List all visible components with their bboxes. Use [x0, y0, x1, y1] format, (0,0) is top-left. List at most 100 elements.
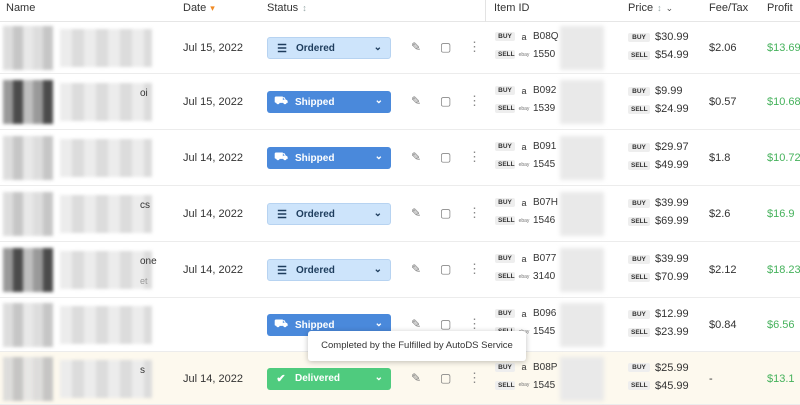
product-title[interactable]	[60, 306, 152, 344]
buy-item-id[interactable]: BUY a B08P	[495, 362, 557, 373]
more-vertical-icon[interactable]: ⋮	[468, 149, 481, 165]
product-image[interactable]	[3, 26, 53, 70]
status-dropdown[interactable]: ☰ Ordered ⌄	[267, 259, 391, 281]
truck-icon: ⛟	[274, 95, 288, 107]
sort-icon[interactable]: ↕	[657, 3, 662, 13]
sell-item-id-text: 1545	[533, 159, 556, 170]
ebay-icon: ebay	[518, 382, 530, 388]
note-edit-icon[interactable]: ✎	[411, 317, 421, 331]
product-title[interactable]	[60, 83, 152, 121]
sort-desc-icon[interactable]: ▾	[210, 3, 215, 13]
sticky-note-icon[interactable]: ▢	[440, 317, 451, 331]
note-edit-icon[interactable]: ✎	[411, 262, 421, 276]
more-vertical-icon[interactable]: ⋮	[468, 39, 481, 55]
product-subtitle-fragment: et	[140, 276, 148, 286]
fee-tax: $2.6	[709, 208, 731, 220]
more-vertical-icon[interactable]: ⋮	[468, 370, 481, 386]
column-header-status[interactable]: Status ↕	[267, 0, 307, 22]
buy-item-id[interactable]: BUY a B092	[495, 85, 556, 96]
status-dropdown[interactable]: ☰ Ordered ⌄	[267, 203, 391, 225]
ebay-icon: ebay	[518, 273, 530, 280]
product-image[interactable]	[3, 192, 53, 236]
note-edit-icon[interactable]: ✎	[411, 371, 421, 385]
buy-tag: BUY	[495, 32, 515, 41]
buy-item-id[interactable]: BUY a B08Q	[495, 31, 559, 42]
status-label: Ordered	[296, 208, 335, 220]
sticky-note-icon[interactable]: ▢	[440, 371, 451, 385]
buy-price: BUY $39.99	[628, 253, 689, 265]
product-title[interactable]	[60, 359, 152, 398]
column-header-price[interactable]: Price ↕ ⌄	[628, 0, 673, 22]
status-dropdown[interactable]: ✔ Delivered ⌄	[267, 367, 391, 390]
product-image[interactable]	[3, 80, 53, 124]
amazon-icon: a	[521, 197, 527, 208]
product-title[interactable]	[60, 195, 152, 233]
product-title[interactable]	[60, 29, 152, 67]
item-id-redacted	[560, 248, 604, 292]
buy-tag: BUY	[628, 309, 650, 319]
product-image[interactable]	[3, 303, 53, 347]
sort-icon[interactable]: ↕	[302, 3, 307, 13]
buy-tag: BUY	[628, 363, 650, 372]
status-dropdown[interactable]: ⛟ Shipped ⌄	[267, 147, 391, 169]
fee-tax: $2.12	[709, 264, 737, 276]
buy-item-id[interactable]: BUY a B096	[495, 308, 556, 319]
column-header-profit: Profit	[767, 2, 793, 14]
chevron-down-icon[interactable]: ⌄	[666, 3, 674, 13]
status-label: Ordered	[296, 42, 335, 54]
buy-item-id-text: B077	[533, 253, 557, 264]
product-image[interactable]	[3, 248, 53, 292]
note-edit-icon[interactable]: ✎	[411, 150, 421, 164]
column-header-date[interactable]: Date ▾	[183, 0, 215, 22]
more-vertical-icon[interactable]: ⋮	[468, 316, 481, 332]
product-title[interactable]	[60, 251, 152, 289]
sell-item-id[interactable]: SELL ebay 1539	[495, 103, 555, 114]
truck-icon: ⛟	[274, 151, 288, 163]
sticky-note-icon[interactable]: ▢	[440, 40, 451, 54]
product-image[interactable]	[3, 136, 53, 180]
note-edit-icon[interactable]: ✎	[411, 206, 421, 220]
more-vertical-icon[interactable]: ⋮	[468, 205, 481, 221]
more-vertical-icon[interactable]: ⋮	[468, 261, 481, 277]
sell-item-id-text: 1545	[533, 326, 556, 337]
sticky-note-icon[interactable]: ▢	[440, 94, 451, 108]
more-vertical-icon[interactable]: ⋮	[468, 93, 481, 109]
buy-tag: BUY	[628, 32, 650, 42]
sell-price-value: $24.99	[655, 103, 689, 115]
sell-tag: SELL	[495, 50, 515, 59]
sticky-note-icon[interactable]: ▢	[440, 206, 451, 220]
note-edit-icon[interactable]: ✎	[411, 40, 421, 54]
sell-item-id[interactable]: SELL ebay 1545	[495, 159, 555, 170]
fee-tax: $2.06	[709, 42, 737, 54]
sticky-note-icon[interactable]: ▢	[440, 150, 451, 164]
status-dropdown[interactable]: ⛟ Shipped ⌄	[267, 91, 391, 113]
buy-item-id-text: B091	[533, 141, 557, 152]
sell-item-id[interactable]: SELL ebay 1550	[495, 49, 555, 60]
buy-price: BUY $9.99	[628, 85, 683, 97]
sell-item-id[interactable]: SELL ebay 1545	[495, 380, 555, 391]
buy-item-id[interactable]: BUY a B091	[495, 141, 556, 152]
chevron-down-icon: ⌄	[373, 264, 382, 275]
buy-price: BUY $39.99	[628, 197, 689, 209]
chevron-down-icon: ⌄	[373, 208, 382, 219]
chevron-down-icon: ⌄	[374, 151, 383, 162]
sell-tag: SELL	[628, 160, 650, 170]
amazon-icon: a	[521, 308, 527, 319]
product-image[interactable]	[3, 356, 53, 401]
order-date: Jul 15, 2022	[183, 42, 243, 54]
column-header-name[interactable]: Name	[6, 0, 35, 22]
sell-tag: SELL	[628, 272, 650, 282]
item-id-redacted	[560, 80, 604, 124]
buy-price: BUY $12.99	[628, 308, 689, 320]
sell-item-id[interactable]: SELL ebay 1546	[495, 215, 555, 226]
table-header: Name Date ▾ Status ↕ Item ID Price ↕ ⌄ Fee/T…	[0, 0, 800, 22]
buy-item-id[interactable]: BUY a B07H	[495, 197, 558, 208]
sell-item-id-text: 1539	[533, 103, 556, 114]
sell-item-id-text: 1550	[533, 49, 556, 60]
product-title[interactable]	[60, 139, 152, 177]
note-edit-icon[interactable]: ✎	[411, 94, 421, 108]
sticky-note-icon[interactable]: ▢	[440, 262, 451, 276]
status-dropdown[interactable]: ☰ Ordered ⌄	[267, 37, 391, 59]
sell-item-id[interactable]: SELL ebay 3140	[495, 271, 555, 282]
buy-item-id[interactable]: BUY a B077	[495, 253, 556, 264]
